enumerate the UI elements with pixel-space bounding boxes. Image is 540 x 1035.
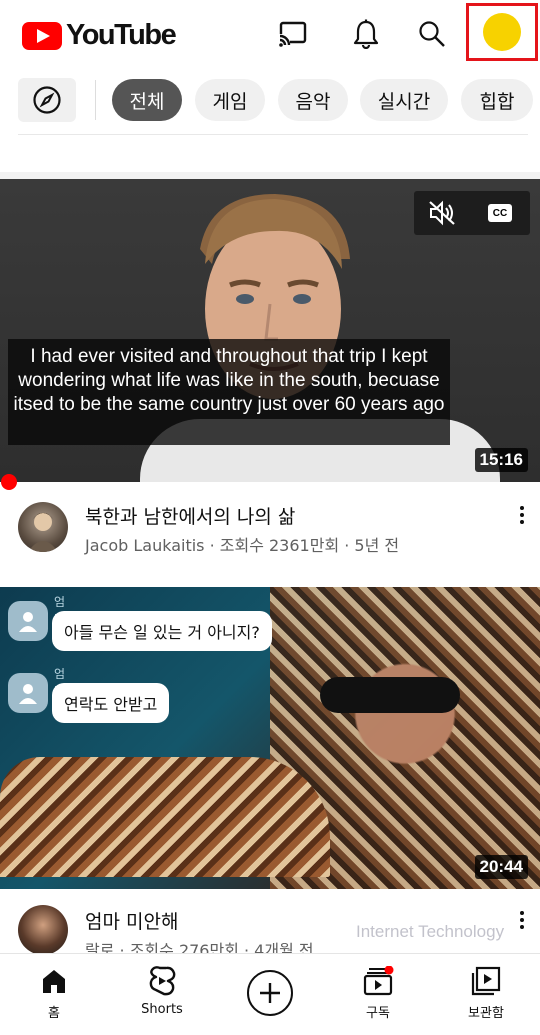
bell-icon: [353, 19, 379, 49]
cast-icon: [278, 21, 307, 47]
chip-music[interactable]: 음악: [278, 79, 348, 121]
video-subtitle: Jacob Laukaitis · 조회수 2361만회 · 5년 전: [85, 536, 400, 555]
nav-home[interactable]: 홈: [9, 964, 99, 1026]
chip-live[interactable]: 실시간: [360, 79, 448, 121]
youtube-play-logo-icon: [22, 21, 62, 50]
search-button[interactable]: [414, 16, 450, 52]
top-app-bar: YouTube: [0, 0, 540, 68]
chat-bubble-text: 아들 무슨 일 있는 거 아니지?: [52, 611, 272, 651]
person-avatar-icon: [8, 601, 48, 641]
account-avatar[interactable]: [483, 13, 521, 51]
video-thumbnail[interactable]: I had ever visited and throughout that t…: [0, 179, 540, 482]
chips-divider: [95, 80, 96, 120]
nav-subscriptions-label: 구독: [366, 1006, 390, 1021]
closed-caption-text: I had ever visited and throughout that t…: [13, 346, 445, 415]
dot: [520, 911, 524, 915]
video-meta[interactable]: 북한과 남한에서의 나의 삶 Jacob Laukaitis · 조회수 236…: [0, 490, 540, 580]
nav-library-label: 보관함: [468, 1006, 504, 1021]
player-controls: CC: [414, 191, 530, 235]
dot: [520, 506, 524, 510]
captions-button[interactable]: CC: [484, 197, 516, 229]
subscriptions-icon: [360, 964, 396, 998]
video-duration: 15:16: [474, 448, 528, 472]
account-avatar-highlight[interactable]: [466, 3, 538, 61]
video-title[interactable]: 엄마 미안해: [85, 907, 178, 934]
nav-shorts[interactable]: Shorts: [117, 964, 207, 1026]
search-icon: [419, 21, 445, 47]
chips-underline: [18, 134, 528, 135]
chat-bubble-text: 연락도 안받고: [52, 683, 170, 723]
closed-caption-box: I had ever visited and throughout that t…: [8, 339, 450, 445]
explore-button[interactable]: [18, 78, 76, 122]
notifications-button[interactable]: [348, 16, 384, 52]
logo-text: YouTube: [66, 19, 177, 51]
muted-speaker-icon: [429, 200, 455, 226]
nav-shorts-label: Shorts: [141, 1002, 183, 1017]
filter-chips-bar: 전체 게임 음악 실시간 힙합: [0, 78, 540, 126]
library-icon: [468, 964, 504, 998]
dot: [520, 520, 524, 524]
cc-icon: CC: [488, 204, 512, 222]
channel-avatar[interactable]: [18, 502, 68, 552]
chip-hiphop[interactable]: 힙합: [461, 79, 533, 121]
shorts-icon: [144, 964, 180, 998]
bottom-navigation: 홈 Shorts 구독 보관함: [0, 953, 540, 1035]
youtube-logo[interactable]: YouTube: [22, 19, 177, 52]
chip-games[interactable]: 게임: [195, 79, 265, 121]
nav-subscriptions[interactable]: 구독: [333, 964, 423, 1026]
mute-button[interactable]: [426, 197, 458, 229]
person-avatar-icon: [8, 673, 48, 713]
feed-separator: [0, 172, 540, 179]
pixelated-sleeve-image: [0, 757, 330, 877]
nav-library[interactable]: 보관함: [441, 964, 531, 1026]
playback-progress-dot[interactable]: [1, 474, 17, 490]
dot: [520, 925, 524, 929]
home-icon: [36, 964, 72, 998]
nav-create[interactable]: [225, 964, 315, 1026]
video-duration: 20:44: [474, 855, 528, 879]
video-thumbnail[interactable]: 엄마 아들 무슨 일 있는 거 아니지? 엄마 연락도 안받고 20:44: [0, 587, 540, 889]
compass-icon: [33, 86, 61, 114]
video-title[interactable]: 북한과 남한에서의 나의 삶: [85, 502, 295, 529]
channel-avatar-image: [28, 512, 58, 552]
sunglasses-shape: [320, 677, 460, 713]
chip-all[interactable]: 전체: [112, 79, 182, 121]
create-icon: [247, 970, 293, 1016]
nav-home-label: 홈: [48, 1006, 60, 1021]
more-options-button[interactable]: [512, 500, 532, 530]
more-options-button[interactable]: [512, 905, 532, 935]
cast-button[interactable]: [275, 16, 311, 52]
dot: [520, 513, 524, 517]
dot: [520, 918, 524, 922]
channel-avatar[interactable]: [18, 905, 68, 955]
